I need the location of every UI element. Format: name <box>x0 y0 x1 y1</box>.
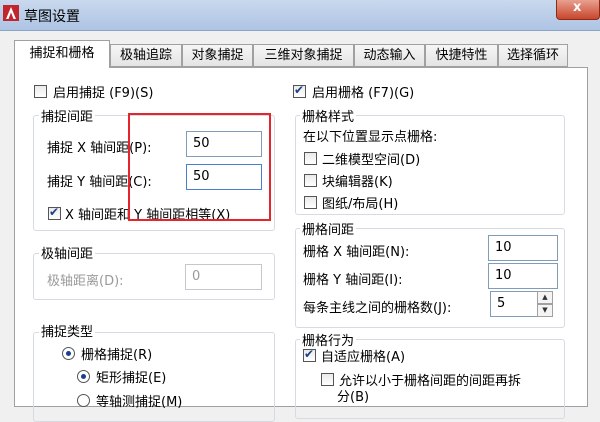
grid-block-editor-label: 块编辑器(K) <box>322 175 393 190</box>
major-line-count-label: 每条主线之间的栅格数(J): <box>303 301 452 316</box>
autocad-logo-icon <box>3 5 19 21</box>
rectangular-snap-radio[interactable] <box>77 370 90 383</box>
enable-grid-label: 启用栅格 (F7)(G) <box>312 86 415 101</box>
grid-snap-radio[interactable] <box>62 347 75 360</box>
grid-y-spacing-input[interactable]: 10 <box>488 263 558 289</box>
polar-distance-input[interactable]: 0 <box>185 264 262 290</box>
grid-2d-model-space-checkbox[interactable] <box>304 152 317 165</box>
window-title: 草图设置 <box>24 9 80 25</box>
enable-snap-label: 启用捕捉 (F9)(S) <box>53 86 154 101</box>
close-icon: x <box>573 0 582 15</box>
polar-spacing-title: 极轴间距 <box>39 243 96 262</box>
enable-grid-checkbox[interactable] <box>293 83 306 98</box>
grid-x-spacing-label: 栅格 X 轴间距(N): <box>303 245 410 260</box>
snap-type-title: 捕捉类型 <box>39 321 96 340</box>
snap-x-spacing-input[interactable]: 50 <box>186 131 262 157</box>
snap-y-spacing-input[interactable]: 50 <box>186 164 262 190</box>
allow-subdivision-checkbox[interactable] <box>321 373 334 386</box>
tab-panel: 启用捕捉 (F9)(S) 捕捉间距 捕捉 X 轴间距(P): 50 捕捉 Y 轴… <box>14 67 588 422</box>
grid-y-spacing-label: 栅格 Y 轴间距(I): <box>303 273 403 288</box>
equal-xy-spacing-label: X 轴间距和 Y 轴间距相等(X) <box>65 208 231 223</box>
grid-style-subtitle: 在以下位置显示点栅格: <box>303 130 438 145</box>
grid-sheet-layout-checkbox[interactable] <box>304 196 317 209</box>
adaptive-grid-checkbox[interactable] <box>303 347 316 362</box>
isometric-snap-label: 等轴测捕捉(M) <box>96 395 183 410</box>
grid-spacing-title: 栅格间距 <box>300 219 357 238</box>
tab-object-snap[interactable]: 对象捕捉 <box>182 44 253 67</box>
snap-spacing-title: 捕捉间距 <box>39 106 96 125</box>
rectangular-snap-label: 矩形捕捉(E) <box>96 371 167 386</box>
tab-selection-cycling[interactable]: 选择循环 <box>498 44 568 67</box>
grid-style-title: 栅格样式 <box>300 106 357 125</box>
title-bar: 草图设置 x <box>0 0 600 31</box>
major-line-count-input[interactable]: 5 <box>490 291 540 317</box>
grid-2d-model-space-label: 二维模型空间(D) <box>322 153 421 168</box>
tab-3d-object-snap[interactable]: 三维对象捕捉 <box>253 44 354 67</box>
close-button[interactable]: x <box>556 0 600 20</box>
equal-xy-spacing-checkbox[interactable] <box>48 205 61 220</box>
grid-snap-label: 栅格捕捉(R) <box>81 348 153 363</box>
grid-sheet-layout-label: 图纸/布局(H) <box>322 197 399 212</box>
tab-snap-grid[interactable]: 捕捉和栅格 <box>14 40 110 68</box>
adaptive-grid-label: 自适应栅格(A) <box>321 350 406 365</box>
allow-subdivision-label-cont: 分(B) <box>337 390 370 405</box>
grid-x-spacing-input[interactable]: 10 <box>488 235 558 261</box>
snap-x-spacing-label: 捕捉 X 轴间距(P): <box>47 141 152 156</box>
polar-distance-label: 极轴距离(D): <box>47 274 124 289</box>
spin-up-button[interactable]: ▲ <box>537 291 553 304</box>
isometric-snap-radio[interactable] <box>77 394 90 407</box>
tab-quick-properties[interactable]: 快捷特性 <box>425 44 498 67</box>
grid-block-editor-checkbox[interactable] <box>304 174 317 187</box>
spin-down-button[interactable]: ▼ <box>537 304 553 317</box>
tab-polar-tracking[interactable]: 极轴追踪 <box>110 44 182 67</box>
snap-y-spacing-label: 捕捉 Y 轴间距(C): <box>47 175 152 190</box>
enable-snap-checkbox[interactable] <box>34 85 47 98</box>
tab-dynamic-input[interactable]: 动态输入 <box>354 44 425 67</box>
